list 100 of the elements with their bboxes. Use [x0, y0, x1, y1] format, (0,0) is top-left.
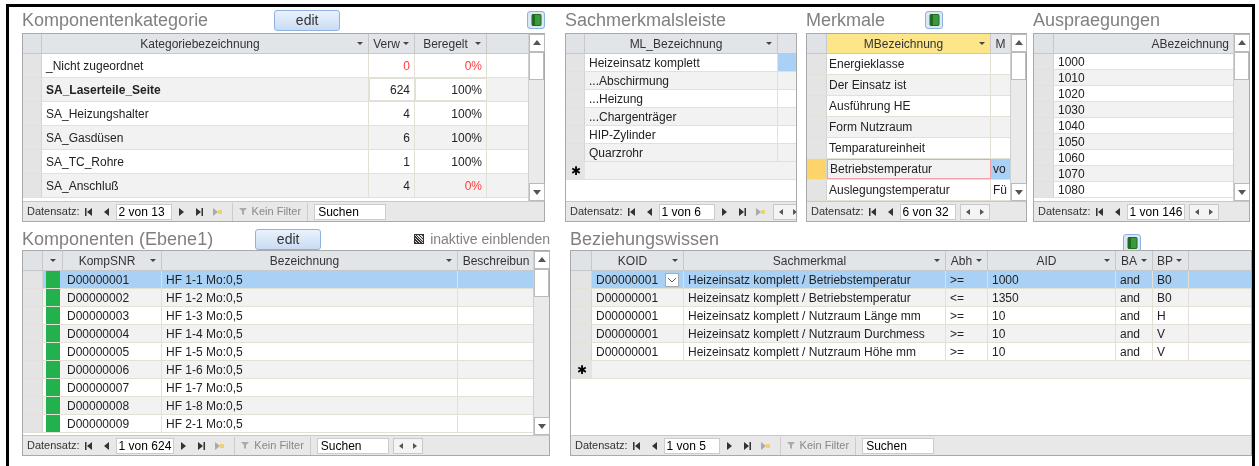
scroll-up-icon[interactable]	[529, 34, 545, 52]
table-row[interactable]: SA_Gasdüsen 6 100%	[23, 126, 528, 150]
scroll-down-icon[interactable]	[529, 183, 545, 201]
dropdown-caret-icon[interactable]	[933, 258, 941, 263]
column-header[interactable]: AID	[988, 251, 1116, 270]
table-row[interactable]: 1060	[1034, 150, 1233, 166]
scroll-down-icon[interactable]	[1234, 183, 1250, 201]
column-header[interactable]: BP	[1153, 251, 1189, 270]
search-field[interactable]: Suchen	[314, 203, 387, 220]
table-row[interactable]: D00000004 HF 1-4 Mo:0,5	[23, 325, 533, 343]
last-record-icon[interactable]	[193, 206, 204, 217]
dropdown-caret-icon[interactable]	[978, 41, 986, 46]
scroll-up-icon[interactable]	[1234, 34, 1250, 52]
vertical-scrollbar[interactable]	[1233, 34, 1249, 201]
horizontal-scrollbar[interactable]	[772, 203, 796, 220]
table-row[interactable]: Betriebstemperatur vo	[807, 159, 1010, 180]
table-row[interactable]: Der Einsatz ist	[807, 75, 1010, 96]
dropdown-caret-icon[interactable]	[149, 258, 157, 263]
column-header[interactable]: MBezeichnung	[827, 34, 991, 53]
table-row[interactable]: D00000006 HF 1-6 Mo:0,5	[23, 361, 533, 379]
first-record-icon[interactable]	[867, 206, 878, 217]
horizontal-scrollbar[interactable]	[392, 437, 423, 454]
column-header[interactable]: KOID	[592, 251, 684, 270]
horizontal-scrollbar[interactable]	[959, 203, 990, 220]
first-record-icon[interactable]	[626, 206, 637, 217]
record-number-field[interactable]: 1 von 624	[115, 437, 175, 454]
column-header[interactable]: Bezeichnung	[162, 251, 458, 270]
dropdown-caret-icon[interactable]	[1103, 258, 1111, 263]
table-row[interactable]: D00000001 Heizeinsatz komplett / Betriebstemperatur >= 1000 and B0	[571, 271, 1251, 289]
dropdown-caret-icon[interactable]	[1140, 258, 1148, 263]
new-record-icon[interactable]	[759, 440, 770, 451]
table-row[interactable]: SA_Laserteile_Seite 624 100%	[23, 78, 528, 102]
table-row[interactable]: 1000	[1034, 54, 1233, 70]
scroll-thumb[interactable]	[534, 269, 549, 297]
table-row[interactable]: D00000005 HF 1-5 Mo:0,5	[23, 343, 533, 361]
new-record-icon[interactable]	[754, 206, 765, 217]
column-header[interactable]: BA	[1116, 251, 1153, 270]
new-row-marker[interactable]: ✱	[566, 162, 585, 179]
table-row[interactable]: 1050	[1034, 134, 1233, 150]
first-record-icon[interactable]	[83, 440, 94, 451]
scroll-thumb[interactable]	[1234, 52, 1249, 80]
table-row[interactable]: Heizeinsatz komplett	[566, 54, 796, 72]
table-row[interactable]: 1040	[1034, 118, 1233, 134]
record-number-field[interactable]: 1 von 146	[1126, 203, 1186, 220]
vertical-scrollbar[interactable]	[1010, 34, 1026, 201]
dropdown-caret-icon[interactable]	[1175, 258, 1183, 263]
table-row[interactable]: D00000007 HF 1-7 Mo:0,5	[23, 379, 533, 397]
vertical-scrollbar[interactable]	[533, 251, 549, 435]
edit-button[interactable]: edit	[274, 10, 341, 31]
dropdown-caret-icon[interactable]	[402, 41, 410, 46]
table-row[interactable]: D00000001 Heizeinsatz komplett / Nutzraum Durchmess >= 10 and V	[571, 325, 1251, 343]
first-record-icon[interactable]	[83, 206, 94, 217]
table-row[interactable]: D00000008 HF 1-8 Mo:0,5	[23, 397, 533, 415]
record-number-field[interactable]: 2 von 13	[115, 203, 172, 220]
column-header[interactable]: Abh	[946, 251, 988, 270]
last-record-icon[interactable]	[741, 440, 752, 451]
scroll-up-icon[interactable]	[1011, 34, 1027, 52]
table-row[interactable]: D00000001 Heizeinsatz komplett / Nutzraum Höhe mm >= 10 and V	[571, 343, 1251, 361]
table-row[interactable]: Form Nutzraum	[807, 117, 1010, 138]
dropdown-caret-icon[interactable]	[445, 258, 453, 263]
first-record-icon[interactable]	[631, 440, 642, 451]
column-header[interactable]: KompSNR	[63, 251, 162, 270]
dropdown-caret-icon[interactable]	[48, 258, 57, 263]
table-row[interactable]: 1070	[1034, 166, 1233, 182]
last-record-icon[interactable]	[736, 206, 747, 217]
record-number-field[interactable]: 6 von 32	[899, 203, 956, 220]
new-record-icon[interactable]	[211, 206, 222, 217]
dropdown-caret-icon[interactable]	[671, 258, 679, 263]
table-row[interactable]: HIP-Zylinder	[566, 126, 796, 144]
scroll-up-icon[interactable]	[534, 251, 550, 269]
table-row[interactable]: Ausführung HE	[807, 96, 1010, 117]
edit-button[interactable]: edit	[255, 229, 322, 250]
table-row[interactable]: D00000001 HF 1-1 Mo:0,5	[23, 271, 533, 289]
scroll-down-icon[interactable]	[1011, 183, 1027, 201]
table-row[interactable]: D00000001 Heizeinsatz komplett / Nutzraum Länge mm >= 10 and H	[571, 307, 1251, 325]
table-row[interactable]: SA_TC_Rohre 1 100%	[23, 150, 528, 174]
table-row[interactable]: _Nicht zugeordnet 0 0%	[23, 54, 528, 78]
scroll-thumb[interactable]	[1011, 52, 1026, 80]
dropdown-caret-icon[interactable]	[474, 41, 482, 46]
table-row[interactable]: ...Chargenträger	[566, 108, 796, 126]
notebook-button[interactable]	[527, 11, 545, 29]
table-row[interactable]: ...Abschirmung	[566, 72, 796, 90]
table-row[interactable]: Temparatureinheit	[807, 138, 1010, 159]
table-row[interactable]: D00000001 Heizeinsatz komplett / Betriebstemperatur <= 1350 and B0	[571, 289, 1251, 307]
table-row[interactable]: SA_Heizungshalter 4 100%	[23, 102, 528, 126]
table-row[interactable]: D00000003 HF 1-3 Mo:0,5	[23, 307, 533, 325]
checkbox[interactable]	[414, 234, 425, 244]
table-row[interactable]: 1030	[1034, 102, 1233, 118]
record-number-field[interactable]: 1 von 6	[658, 203, 715, 220]
dropdown-caret-icon[interactable]	[765, 41, 773, 46]
vertical-scrollbar[interactable]	[528, 34, 544, 201]
search-field[interactable]: Suchen	[862, 437, 935, 454]
dropdown-caret-icon[interactable]	[975, 258, 983, 263]
column-header[interactable]: Verw	[369, 34, 415, 53]
table-row[interactable]: D00000009 HF 2-1 Mo:0,5	[23, 415, 533, 433]
search-field[interactable]: Suchen	[316, 437, 389, 454]
scroll-thumb[interactable]	[529, 52, 544, 80]
column-header[interactable]: Sachmerkmal	[684, 251, 946, 270]
dropdown-caret-icon[interactable]	[356, 41, 364, 46]
table-row[interactable]: Quarzrohr	[566, 144, 796, 162]
